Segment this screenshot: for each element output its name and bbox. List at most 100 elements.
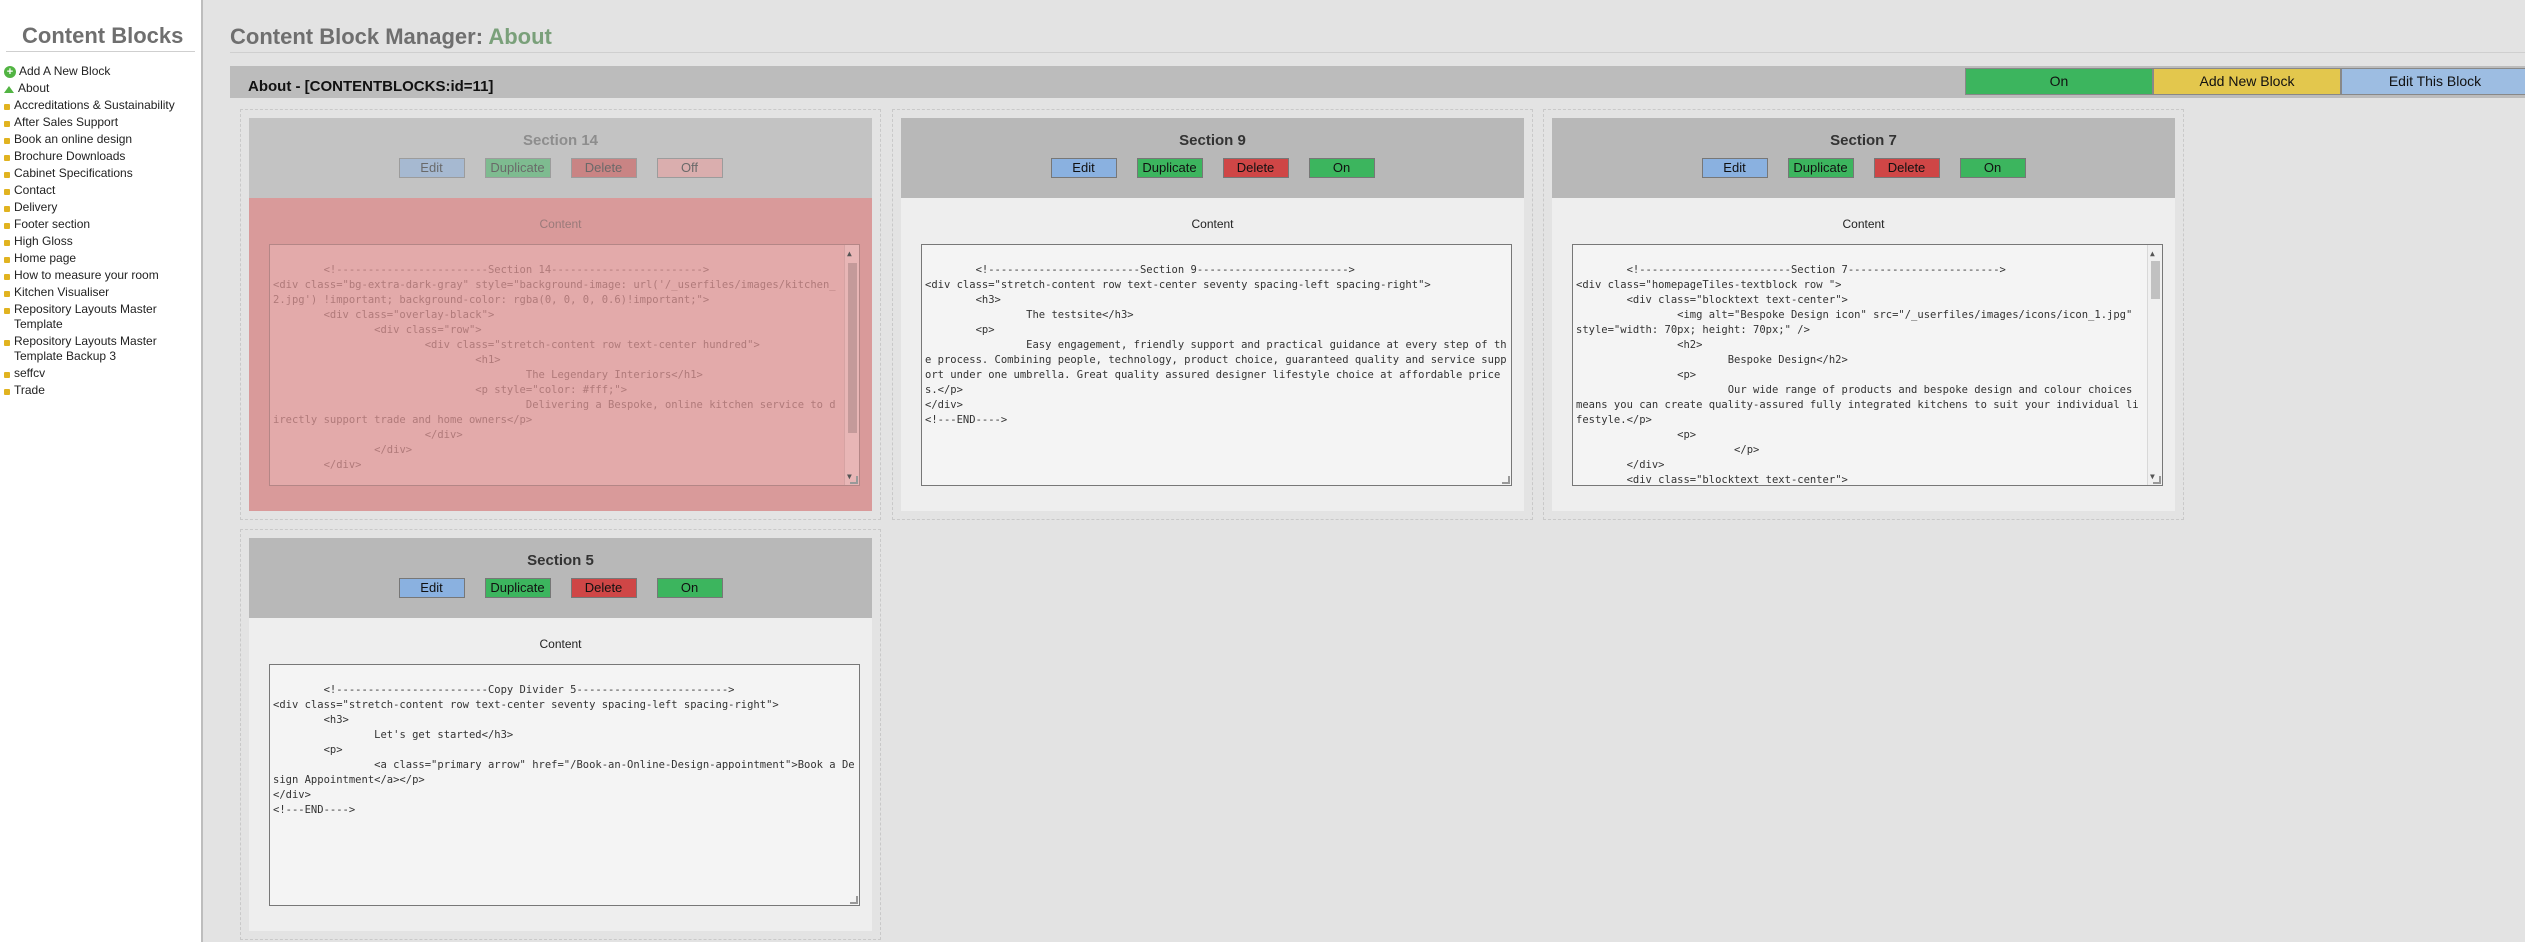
content-label: Content: [1842, 217, 1885, 231]
bullet-icon: [4, 257, 10, 263]
content-textarea[interactable]: <!------------------------Copy Divider 5…: [269, 664, 860, 906]
content-code: <!------------------------Section 9-----…: [925, 264, 1507, 426]
sidebar-item-footer-section[interactable]: Footer section: [0, 217, 201, 232]
content-label: Content: [539, 217, 582, 231]
sidebar-item-label: Repository Layouts Master Template Backu…: [14, 334, 157, 363]
bullet-icon: [4, 372, 10, 378]
scroll-thumb[interactable]: [848, 263, 857, 433]
bullet-icon: [4, 308, 10, 314]
content-label: Content: [1191, 217, 1234, 231]
scroll-up-icon[interactable]: ▲: [847, 246, 852, 261]
sidebar-item-label: Repository Layouts Master Template: [14, 302, 157, 331]
block-title: About - [CONTENTBLOCKS:id=11]: [248, 78, 494, 95]
sidebar-item-book-online-design[interactable]: Book an online design: [0, 132, 201, 147]
sidebar-list: + Add A New Block About Accreditations &…: [0, 64, 201, 398]
resize-handle-icon[interactable]: [850, 476, 858, 484]
sidebar-item-home-page[interactable]: Home page: [0, 251, 201, 266]
duplicate-button[interactable]: Duplicate: [484, 158, 551, 178]
scrollbar[interactable]: ▲ ▼: [2147, 245, 2162, 485]
sidebar: Content Blocks + Add A New Block About A…: [0, 0, 203, 942]
content-code: <!------------------------Copy Divider 5…: [273, 684, 855, 816]
sidebar-item-repository-backup[interactable]: Repository Layouts Master Template Backu…: [0, 334, 201, 364]
section-title: Section 14: [522, 132, 599, 149]
sidebar-item-label: Home page: [14, 251, 77, 265]
duplicate-button[interactable]: Duplicate: [1136, 158, 1203, 178]
bullet-icon: [4, 274, 10, 280]
sidebar-item-label: How to measure your room: [14, 268, 159, 282]
section-title: Section 5: [527, 552, 594, 569]
content-textarea[interactable]: <!------------------------Section 7-----…: [1572, 244, 2163, 486]
title-divider: [230, 52, 2525, 53]
content-code: <!------------------------Section 14----…: [273, 264, 836, 471]
sidebar-item-high-gloss[interactable]: High Gloss: [0, 234, 201, 249]
section-header: Section 7 Edit Duplicate Delete On: [1552, 118, 2175, 198]
duplicate-button[interactable]: Duplicate: [1787, 158, 1854, 178]
sidebar-item-about[interactable]: About: [0, 81, 201, 96]
sidebar-item-after-sales[interactable]: After Sales Support: [0, 115, 201, 130]
sidebar-item-label: Delivery: [14, 200, 58, 214]
sidebar-title: Content Blocks: [6, 0, 195, 52]
bullet-icon: [4, 389, 10, 395]
edit-button[interactable]: Edit: [398, 158, 465, 178]
sidebar-item-label: Book an online design: [14, 132, 133, 146]
sidebar-item-label: After Sales Support: [14, 115, 119, 129]
sidebar-item-seffcv[interactable]: seffcv: [0, 366, 201, 381]
sidebar-item-cabinet-specifications[interactable]: Cabinet Specifications: [0, 166, 201, 181]
block-on-button[interactable]: On: [1965, 68, 2153, 95]
sidebar-item-label: High Gloss: [14, 234, 73, 248]
delete-button[interactable]: Delete: [1222, 158, 1289, 178]
page-title-prefix: Content Block Manager:: [230, 24, 484, 49]
section-9: Section 9 Edit Duplicate Delete On Conte…: [892, 109, 1533, 520]
content-textarea[interactable]: <!------------------------Section 9-----…: [921, 244, 1512, 486]
delete-button[interactable]: Delete: [570, 578, 637, 598]
content-label: Content: [539, 637, 582, 651]
main-area: Content Block Manager: About About - [CO…: [205, 0, 2525, 942]
edit-button[interactable]: Edit: [1050, 158, 1117, 178]
sidebar-item-brochure-downloads[interactable]: Brochure Downloads: [0, 149, 201, 164]
edit-button[interactable]: Edit: [398, 578, 465, 598]
delete-button[interactable]: Delete: [570, 158, 637, 178]
sidebar-item-add-new-block[interactable]: + Add A New Block: [0, 64, 201, 79]
toggle-on-button[interactable]: On: [656, 578, 723, 598]
section-buttons: Edit Duplicate Delete On: [249, 578, 872, 598]
section-card: Section 14 Edit Duplicate Delete Off Con…: [249, 118, 872, 511]
scroll-thumb[interactable]: [2151, 261, 2160, 299]
edit-this-block-button[interactable]: Edit This Block: [2341, 68, 2525, 95]
sidebar-item-kitchen-visualiser[interactable]: Kitchen Visualiser: [0, 285, 201, 300]
toggle-on-button[interactable]: On: [1959, 158, 2026, 178]
delete-button[interactable]: Delete: [1873, 158, 1940, 178]
resize-handle-icon[interactable]: [850, 896, 858, 904]
scrollbar[interactable]: ▲ ▼: [844, 245, 859, 485]
block-toolbar: About - [CONTENTBLOCKS:id=11] On Add New…: [230, 66, 2525, 98]
duplicate-button[interactable]: Duplicate: [484, 578, 551, 598]
section-buttons: Edit Duplicate Delete On: [1552, 158, 2175, 178]
toggle-on-button[interactable]: On: [1308, 158, 1375, 178]
sidebar-item-how-to-measure[interactable]: How to measure your room: [0, 268, 201, 283]
sidebar-item-contact[interactable]: Contact: [0, 183, 201, 198]
sidebar-item-label: Accreditations & Sustainability: [14, 98, 175, 112]
arrow-up-icon: [4, 86, 14, 93]
content-textarea[interactable]: <!------------------------Section 14----…: [269, 244, 860, 486]
section-title: Section 9: [1179, 132, 1246, 149]
resize-handle-icon[interactable]: [2153, 476, 2161, 484]
sidebar-item-repository-master[interactable]: Repository Layouts Master Template: [0, 302, 201, 332]
sidebar-item-trade[interactable]: Trade: [0, 383, 201, 398]
bullet-icon: [4, 121, 10, 127]
bullet-icon: [4, 291, 10, 297]
bullet-icon: [4, 340, 10, 346]
edit-button[interactable]: Edit: [1701, 158, 1768, 178]
toggle-off-button[interactable]: Off: [656, 158, 723, 178]
sidebar-item-label: Brochure Downloads: [14, 149, 126, 163]
section-card: Section 7 Edit Duplicate Delete On Conte…: [1552, 118, 2175, 511]
bullet-icon: [4, 240, 10, 246]
scroll-up-icon[interactable]: ▲: [2150, 246, 2155, 261]
sidebar-item-accreditations[interactable]: Accreditations & Sustainability: [0, 98, 201, 113]
section-7: Section 7 Edit Duplicate Delete On Conte…: [1543, 109, 2184, 520]
section-14: Section 14 Edit Duplicate Delete Off Con…: [240, 109, 881, 520]
section-card: Section 9 Edit Duplicate Delete On Conte…: [901, 118, 1524, 511]
sidebar-item-delivery[interactable]: Delivery: [0, 200, 201, 215]
sidebar-item-label: Footer section: [14, 217, 91, 231]
resize-handle-icon[interactable]: [1502, 476, 1510, 484]
add-new-block-button[interactable]: Add New Block: [2153, 68, 2341, 95]
plus-circle-icon: +: [4, 66, 16, 78]
